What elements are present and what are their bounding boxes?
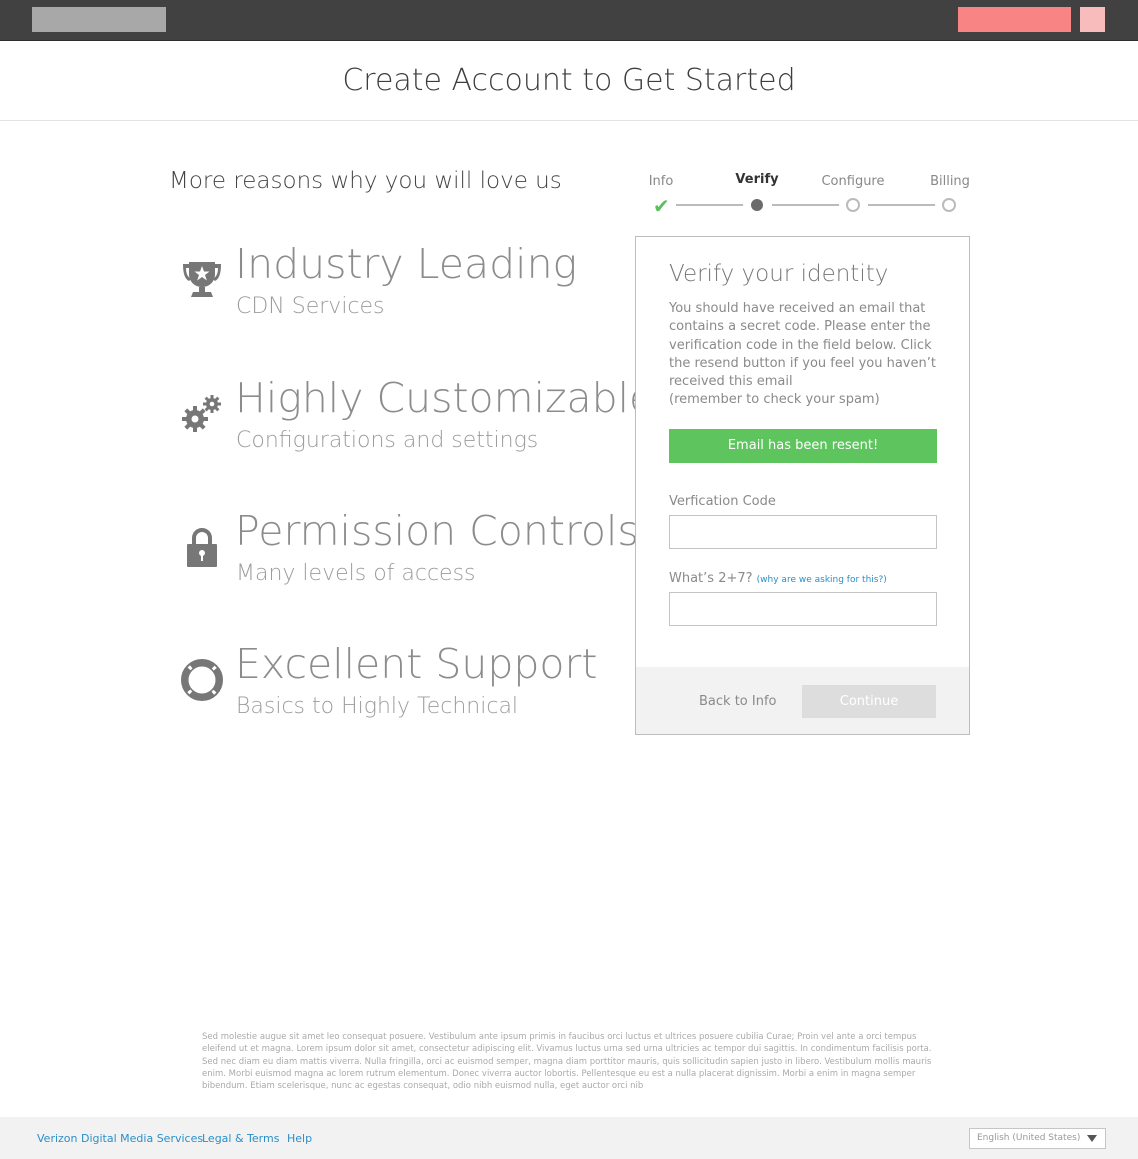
- checkmark-icon: ✔: [653, 194, 670, 218]
- email-resent-alert: Email has been resent!: [669, 429, 937, 463]
- trophy-icon: [183, 262, 221, 297]
- language-select[interactable]: English (United States): [969, 1128, 1106, 1149]
- captcha-label: What’s 2+7? (why are we asking for this?…: [669, 571, 887, 586]
- gears-icon: [182, 395, 221, 432]
- card-title: Verify your identity: [669, 261, 889, 287]
- feature-industry-leading: Industry Leading CDN Services: [180, 240, 620, 350]
- signup-progress-steps: Info Verify Configure Billing ✔: [640, 170, 980, 220]
- step-label-verify: Verify: [735, 172, 779, 187]
- captcha-why-link[interactable]: (why are we asking for this?): [757, 575, 887, 585]
- reasons-heading: More reasons why you will love us: [169, 168, 562, 194]
- verify-identity-card: Verify your identity You should have rec…: [635, 236, 970, 735]
- feature-highly-customizable: Highly Customizable Configurations and s…: [180, 374, 654, 484]
- step-label-billing: Billing: [930, 174, 970, 189]
- primary-action-button[interactable]: [958, 7, 1071, 32]
- continue-button[interactable]: Continue: [802, 685, 936, 718]
- step-dot-current: [751, 199, 763, 211]
- lifebuoy-icon: [181, 659, 223, 701]
- verification-code-label: Verfication Code: [669, 494, 776, 509]
- secondary-action-button[interactable]: [1080, 7, 1105, 32]
- site-footer: Verizon Digital Media Services Legal & T…: [0, 1117, 1138, 1159]
- description-line: verification code in the field below. Cl…: [669, 337, 932, 353]
- feature-subtitle: Many levels of access: [236, 561, 476, 586]
- feature-excellent-support: Excellent Support Basics to Highly Techn…: [180, 640, 620, 750]
- captcha-answer-input[interactable]: [669, 592, 937, 626]
- lock-icon: [187, 528, 217, 567]
- footer-link-help[interactable]: Help: [287, 1132, 312, 1145]
- captcha-question: What’s 2+7?: [669, 571, 753, 586]
- card-description: You should have received an email that c…: [669, 300, 939, 410]
- logo-placeholder[interactable]: [32, 7, 166, 32]
- feature-title: Excellent Support: [235, 640, 598, 688]
- step-connector: [676, 204, 743, 206]
- feature-title: Highly Customizable: [235, 374, 655, 422]
- back-to-info-button[interactable]: Back to Info: [699, 694, 776, 709]
- description-line: the resend button if you feel you haven’…: [669, 355, 936, 371]
- step-label-configure: Configure: [821, 174, 885, 189]
- step-connector: [868, 204, 935, 206]
- page-header: Create Account to Get Started: [0, 41, 1138, 121]
- page-title: Create Account to Get Started: [342, 63, 796, 98]
- description-line: You should have received an email that: [669, 301, 926, 316]
- step-dot-pending: [846, 198, 860, 212]
- footer-link-company[interactable]: Verizon Digital Media Services: [37, 1132, 203, 1145]
- description-line: contains a secret code. Please enter the: [669, 319, 931, 335]
- feature-title: Permission Controls: [235, 507, 639, 555]
- chevron-down-icon: [1087, 1135, 1097, 1142]
- language-selected-value: English (United States): [977, 1133, 1081, 1143]
- card-footer: Back to Info Continue: [636, 667, 969, 734]
- step-dot-pending: [942, 198, 956, 212]
- description-line: (remember to check your spam): [669, 392, 880, 408]
- verification-code-input[interactable]: [669, 515, 937, 549]
- feature-permission-controls: Permission Controls Many levels of acces…: [180, 507, 639, 617]
- description-line: received this email: [669, 374, 793, 390]
- step-connector: [772, 204, 839, 206]
- legal-disclaimer-text: Sed molestie augue sit amet leo consequa…: [202, 1032, 932, 1092]
- feature-subtitle: Basics to Highly Technical: [236, 694, 519, 719]
- feature-title: Industry Leading: [235, 240, 578, 288]
- feature-subtitle: CDN Services: [236, 294, 385, 319]
- step-label-info[interactable]: Info: [621, 174, 701, 189]
- feature-subtitle: Configurations and settings: [236, 428, 539, 453]
- footer-link-legal[interactable]: Legal & Terms: [202, 1132, 279, 1145]
- top-navigation-bar: [0, 0, 1138, 41]
